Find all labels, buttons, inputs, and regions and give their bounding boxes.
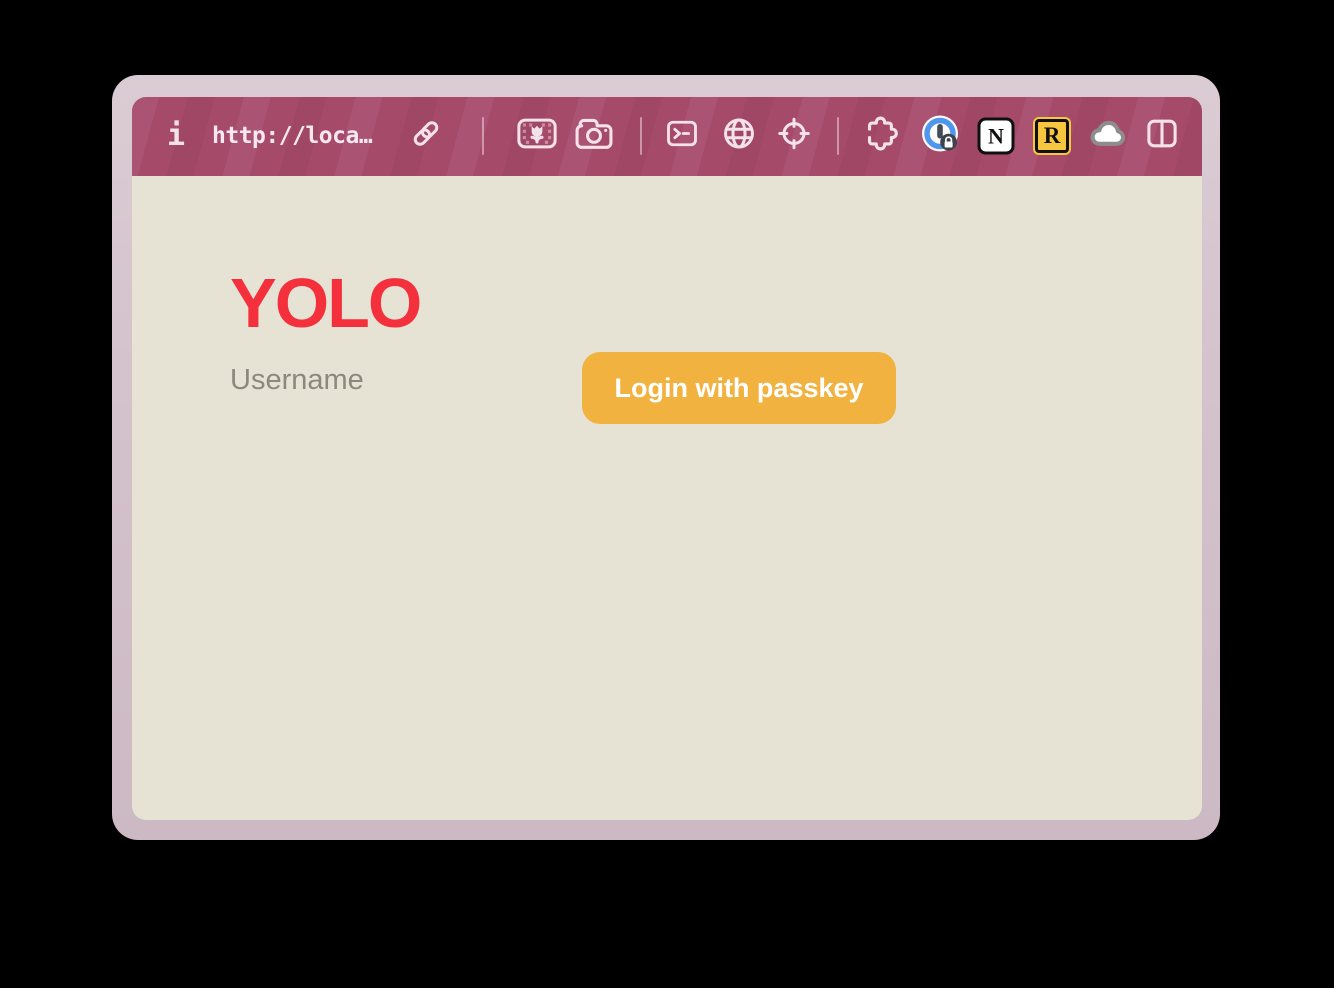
login-with-passkey-button[interactable]: Login with passkey bbox=[582, 352, 896, 424]
info-icon: i bbox=[167, 121, 185, 151]
extensions-button[interactable] bbox=[864, 115, 902, 158]
toolbar-divider bbox=[482, 117, 484, 155]
camera-icon bbox=[574, 117, 614, 156]
cloud-sync-button[interactable] bbox=[1088, 115, 1128, 158]
onepassword-extension-button[interactable] bbox=[921, 115, 959, 158]
copy-link-button[interactable] bbox=[408, 116, 444, 157]
reader-letter: R bbox=[1044, 123, 1061, 149]
web-browser-button[interactable] bbox=[720, 115, 758, 158]
screenshot-button[interactable] bbox=[574, 117, 614, 156]
notion-icon: N bbox=[978, 118, 1015, 155]
reader-icon: R bbox=[1035, 119, 1069, 153]
split-view-icon bbox=[1144, 115, 1181, 157]
reader-extension-button[interactable]: R bbox=[1035, 119, 1069, 153]
globe-icon bbox=[720, 115, 758, 158]
toolbar-divider bbox=[837, 117, 839, 155]
link-icon bbox=[408, 116, 444, 157]
browser-window: i http://loca… bbox=[132, 97, 1202, 820]
notion-letter: N bbox=[988, 123, 1004, 149]
split-view-button[interactable] bbox=[1144, 115, 1181, 157]
screenshot-gallery-button[interactable] bbox=[517, 117, 558, 155]
terminal-button[interactable] bbox=[663, 116, 701, 157]
notion-extension-button[interactable]: N bbox=[978, 118, 1015, 155]
crosshair-icon bbox=[775, 115, 813, 158]
page-title: YOLO bbox=[230, 268, 420, 338]
site-info-button[interactable]: i bbox=[167, 121, 185, 151]
browser-toolbar: i http://loca… bbox=[132, 97, 1202, 176]
locate-button[interactable] bbox=[775, 115, 813, 158]
screen: i http://loca… bbox=[0, 0, 1334, 988]
url-bar[interactable]: http://loca… bbox=[212, 123, 372, 149]
page-content: YOLO Username Login with passkey bbox=[132, 176, 1202, 820]
cloud-icon bbox=[1088, 115, 1128, 158]
username-label: Username bbox=[230, 366, 364, 395]
terminal-icon bbox=[663, 116, 701, 157]
puzzle-icon bbox=[864, 115, 902, 158]
toolbar-divider bbox=[640, 117, 642, 155]
onepassword-icon bbox=[921, 115, 959, 158]
window-frame: i http://loca… bbox=[112, 75, 1220, 840]
photos-icon bbox=[517, 117, 558, 155]
